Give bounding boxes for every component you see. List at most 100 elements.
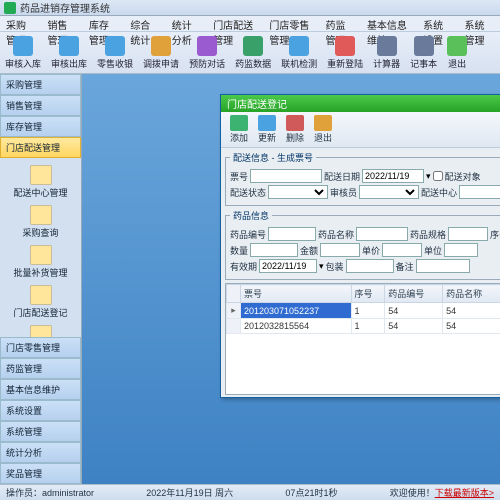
toolbar-icon bbox=[335, 36, 355, 56]
delivery-grid[interactable]: 票号序号药品编号药品名称药品规格▸20120307105223715454542… bbox=[225, 283, 500, 395]
valid-date-input[interactable] bbox=[259, 259, 317, 273]
sidebar-group[interactable]: 门店配送管理 bbox=[0, 137, 81, 158]
pack-label: 包装 bbox=[326, 260, 344, 273]
menu-item[interactable]: 库存管理 bbox=[83, 16, 124, 31]
sidebar-item[interactable]: 批量补货管理 bbox=[0, 242, 81, 282]
menu-item[interactable]: 统计分析 bbox=[166, 16, 207, 31]
toolbar-button[interactable]: 预防对话 bbox=[184, 32, 230, 73]
valid-label: 有效期 bbox=[230, 260, 257, 273]
menu-item[interactable]: 门店配送管理 bbox=[207, 16, 263, 31]
remark-input[interactable] bbox=[416, 259, 470, 273]
drug-name-input[interactable] bbox=[356, 227, 408, 241]
drug-spec-input[interactable] bbox=[448, 227, 488, 241]
sidebar-group[interactable]: 统计分析 bbox=[0, 442, 81, 463]
button-icon bbox=[258, 115, 276, 131]
dialog-toolbar-button[interactable]: 添加 bbox=[225, 115, 253, 144]
center-select[interactable] bbox=[459, 185, 500, 199]
sidebar-group[interactable]: 库存管理 bbox=[0, 116, 81, 137]
column-header[interactable]: 药品名称 bbox=[443, 285, 500, 303]
column-header[interactable]: 药品编号 bbox=[385, 285, 443, 303]
seq-label: 序号 bbox=[490, 228, 500, 241]
column-header[interactable]: 票号 bbox=[241, 285, 352, 303]
toolbar-icon bbox=[289, 36, 309, 56]
sidebar-item[interactable]: 采购查询 bbox=[0, 202, 81, 242]
sidebar-group[interactable]: 销售管理 bbox=[0, 95, 81, 116]
delivery-date-input[interactable] bbox=[362, 169, 424, 183]
unit-input[interactable] bbox=[444, 243, 478, 257]
button-icon bbox=[286, 115, 304, 131]
sidebar-group[interactable]: 门店零售管理 bbox=[0, 337, 81, 358]
folder-icon bbox=[30, 325, 52, 337]
price-input[interactable] bbox=[382, 243, 422, 257]
sidebar-group[interactable]: 系统管理 bbox=[0, 421, 81, 442]
sidebar: 采购管理销售管理库存管理门店配送管理 配送中心管理采购查询批量补货管理门店配送登… bbox=[0, 74, 82, 484]
remark-label: 备注 bbox=[396, 260, 414, 273]
dialog-toolbar-button[interactable]: 退出 bbox=[309, 115, 337, 144]
toolbar-button[interactable]: 退出 bbox=[442, 32, 472, 73]
menu-item[interactable]: 药监管理 bbox=[320, 16, 361, 31]
toolbar-button[interactable]: 审核出库 bbox=[46, 32, 92, 73]
toolbar-icon bbox=[105, 36, 125, 56]
ticket-input[interactable] bbox=[250, 169, 322, 183]
qty-input[interactable] bbox=[250, 243, 298, 257]
folder-icon bbox=[30, 205, 52, 225]
window-title: 药品进销存管理系统 bbox=[20, 0, 110, 15]
table-row[interactable]: ▸2012030710522371545454 bbox=[227, 303, 500, 319]
menu-item[interactable]: 系统管理 bbox=[459, 16, 500, 31]
sidebar-group[interactable]: 基本信息维护 bbox=[0, 379, 81, 400]
status-welcome: 欢迎使用！ bbox=[390, 488, 435, 498]
toolbar-button[interactable]: 记事本 bbox=[405, 32, 442, 73]
menu-item[interactable]: 采购管理 bbox=[0, 16, 41, 31]
pack-input[interactable] bbox=[346, 259, 394, 273]
toolbar-button[interactable]: 零售收银 bbox=[92, 32, 138, 73]
download-link[interactable]: 下载最新版本> bbox=[435, 488, 494, 498]
sidebar-group[interactable]: 采购管理 bbox=[0, 74, 81, 95]
menu-item[interactable]: 综合统计 bbox=[124, 16, 165, 31]
status-time: 07点21时1秒 bbox=[285, 486, 337, 499]
target-checkbox[interactable] bbox=[433, 171, 443, 181]
status-bar: 操作员：administrator 2022年11月19日 周六 07点21时1… bbox=[0, 484, 500, 500]
dialog-toolbar-button[interactable]: 删除 bbox=[281, 115, 309, 144]
toolbar-button[interactable]: 重新登陆 bbox=[322, 32, 368, 73]
auditor-select[interactable] bbox=[359, 185, 419, 199]
toolbar-icon bbox=[447, 36, 467, 56]
toolbar-button[interactable]: 计算器 bbox=[368, 32, 405, 73]
sidebar-item[interactable]: 门店配送退货登记 bbox=[0, 322, 81, 337]
menu-item[interactable]: 基本信息维护 bbox=[361, 16, 417, 31]
menu-item[interactable]: 系统设置 bbox=[417, 16, 458, 31]
dialog-toolbar-button[interactable]: 更新 bbox=[253, 115, 281, 144]
sidebar-panel: 配送中心管理采购查询批量补货管理门店配送登记门店配送退货登记中心配送结算 bbox=[0, 158, 81, 337]
status-date: 2022年11月19日 周六 bbox=[146, 486, 233, 499]
toolbar-button[interactable]: 调拨申请 bbox=[138, 32, 184, 73]
button-icon bbox=[230, 115, 248, 131]
drug-code-input[interactable] bbox=[268, 227, 316, 241]
table-row[interactable]: 20120328155641545454 bbox=[227, 319, 500, 334]
menu-item[interactable]: 销售管理 bbox=[41, 16, 82, 31]
sidebar-item[interactable]: 门店配送登记 bbox=[0, 282, 81, 322]
toolbar-button[interactable]: 药监数据 bbox=[230, 32, 276, 73]
calendar-icon[interactable]: ▾ bbox=[319, 261, 324, 272]
dialog-toolbar: 添加更新删除退出 bbox=[221, 112, 500, 148]
delivery-info-fieldset: 配送信息 - 生成票号 票号 配送日期 ▾ 配送对象 匹 配送状态 审核员 bbox=[225, 151, 500, 206]
sidebar-group[interactable]: 奖品管理 bbox=[0, 463, 81, 484]
toolbar-button[interactable]: 审核入库 bbox=[0, 32, 46, 73]
date-label: 配送日期 bbox=[324, 170, 360, 183]
fieldset-legend: 药品信息 bbox=[230, 209, 272, 222]
ticket-label: 票号 bbox=[230, 170, 248, 183]
center-label: 配送中心 bbox=[421, 186, 457, 199]
menu-item[interactable]: 门店零售管理 bbox=[263, 16, 319, 31]
amount-label: 金额 bbox=[300, 244, 318, 257]
toolbar-button[interactable]: 联机检测 bbox=[276, 32, 322, 73]
toolbar-icon bbox=[59, 36, 79, 56]
toolbar-icon bbox=[377, 36, 397, 56]
toolbar-icon bbox=[197, 36, 217, 56]
calendar-icon[interactable]: ▾ bbox=[426, 171, 431, 182]
sidebar-group[interactable]: 系统设置 bbox=[0, 400, 81, 421]
amount-input[interactable] bbox=[320, 243, 360, 257]
column-header[interactable]: 序号 bbox=[351, 285, 385, 303]
sidebar-item[interactable]: 配送中心管理 bbox=[0, 162, 81, 202]
sidebar-group[interactable]: 药监管理 bbox=[0, 358, 81, 379]
state-select[interactable] bbox=[268, 185, 328, 199]
app-icon bbox=[4, 2, 16, 14]
price-label: 单价 bbox=[362, 244, 380, 257]
